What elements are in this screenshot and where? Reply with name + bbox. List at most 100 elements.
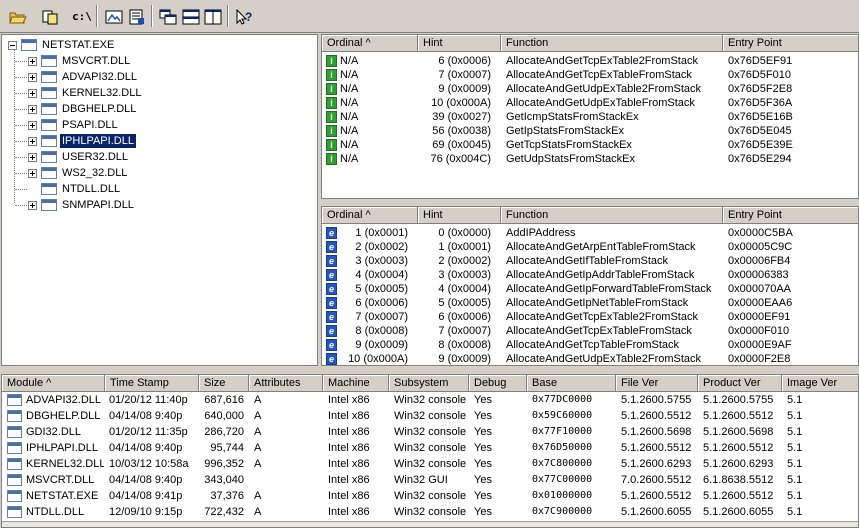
column-module[interactable]: Module ^: [2, 375, 105, 392]
column-debug[interactable]: Debug: [469, 375, 527, 392]
module-row[interactable]: IPHLPAPI.DLL 04/14/08 9:40p 95,744 A Intel x…: [2, 441, 858, 455]
horizontal-scrollbar[interactable]: [2, 521, 858, 527]
export-function-icon: e: [326, 297, 337, 309]
tree-item[interactable]: KERNEL32.DLL: [28, 85, 144, 101]
properties-button[interactable]: [125, 5, 149, 28]
module-row[interactable]: DBGHELP.DLL 04/14/08 9:40p 640,000 A Intel x…: [2, 409, 858, 423]
exports-list[interactable]: Ordinal ^ Hint Function Entry Point e 1 (…: [321, 206, 859, 366]
tree-item[interactable]: IPHLPAPI.DLL: [28, 133, 137, 149]
cascade-button[interactable]: [156, 5, 180, 28]
tree-connector: [15, 125, 27, 126]
full-path-button[interactable]: c:\: [70, 5, 94, 28]
module-row[interactable]: KERNEL32.DLL 10/03/12 10:58a 996,352 A Intel…: [2, 457, 858, 471]
column-hint[interactable]: Hint: [418, 35, 501, 52]
function-row[interactable]: e 6 (0x0006) 5 (0x0005) AllocateAndGetIpNet…: [322, 296, 858, 310]
expand-icon[interactable]: [28, 152, 37, 162]
function-row[interactable]: e 7 (0x0007) 6 (0x0006) AllocateAndGetTcpEx…: [322, 310, 858, 324]
function-name-cell: AllocateAndGetTcpExTable2FromStack: [506, 311, 698, 323]
function-row[interactable]: e 2 (0x0002) 1 (0x0001) AllocateAndGetArpEn…: [322, 240, 858, 254]
module-icon: [21, 39, 37, 51]
module-row[interactable]: MSVCRT.DLL 04/14/08 9:40p 343,040 Intel x86…: [2, 473, 858, 487]
column-hint[interactable]: Hint: [418, 207, 501, 224]
function-row[interactable]: i N/A 9 (0x0009) AllocateAndGetUdpExTable2F…: [322, 82, 858, 96]
collapse-icon[interactable]: [8, 40, 17, 50]
tree-item[interactable]: MSVCRT.DLL: [28, 53, 132, 69]
subsystem-cell: Win32 console: [394, 410, 467, 422]
function-row[interactable]: i N/A 56 (0x0038) GetIpStatsFromStackEx 0x76…: [322, 124, 858, 138]
expand-icon[interactable]: [28, 56, 37, 66]
function-row[interactable]: e 5 (0x0005) 4 (0x0004) AllocateAndGetIpFor…: [322, 282, 858, 296]
function-row[interactable]: e 3 (0x0003) 2 (0x0002) AllocateAndGetIfTab…: [322, 254, 858, 268]
open-button[interactable]: [6, 5, 30, 28]
module-list[interactable]: Module ^ Time Stamp Size Attributes Mach…: [1, 374, 859, 528]
module-row[interactable]: GDI32.DLL 01/20/12 11:35p 286,720 A Intel x8…: [2, 425, 858, 439]
tree-item[interactable]: PSAPI.DLL: [28, 117, 120, 133]
function-row[interactable]: i N/A 7 (0x0007) AllocateAndGetTcpExTableFr…: [322, 68, 858, 82]
module-row[interactable]: ADVAPI32.DLL 01/20/12 11:40p 687,616 A Intel…: [2, 393, 858, 407]
function-row[interactable]: e 10 (0x000A) 9 (0x0009) AllocateAndGetUdpE…: [322, 352, 858, 365]
function-row[interactable]: e 8 (0x0008) 7 (0x0007) AllocateAndGetTcpEx…: [322, 324, 858, 338]
copy-button[interactable]: [38, 5, 62, 28]
toolbar-separator: [227, 5, 229, 27]
column-file-ver[interactable]: File Ver: [616, 375, 698, 392]
function-name-cell: AllocateAndGetIfTableFromStack: [506, 255, 669, 267]
tree-item[interactable]: USER32.DLL: [28, 149, 130, 165]
tree-root[interactable]: NETSTAT.EXE: [8, 37, 116, 53]
column-subsystem[interactable]: Subsystem: [389, 375, 469, 392]
tree-item[interactable]: ADVAPI32.DLL: [28, 69, 139, 85]
machine-cell: Intel x86: [328, 394, 370, 406]
column-size[interactable]: Size: [199, 375, 249, 392]
tile-horizontal-button[interactable]: [179, 5, 203, 28]
column-entry-point[interactable]: Entry Point: [723, 35, 858, 52]
tree-item[interactable]: NTDLL.DLL: [41, 181, 122, 197]
tree-item[interactable]: DBGHELP.DLL: [28, 101, 138, 117]
function-row[interactable]: e 4 (0x0004) 3 (0x0003) AllocateAndGetIpAdd…: [322, 268, 858, 282]
expand-icon[interactable]: [28, 136, 37, 146]
column-product-ver[interactable]: Product Ver: [698, 375, 782, 392]
help-button[interactable]: ?: [232, 5, 256, 28]
column-attributes[interactable]: Attributes: [249, 375, 323, 392]
column-function[interactable]: Function: [501, 207, 723, 224]
expand-icon[interactable]: [28, 200, 37, 210]
column-ordinal[interactable]: Ordinal ^: [322, 207, 418, 224]
function-row[interactable]: i N/A 10 (0x000A) AllocateAndGetUdpExTableF…: [322, 96, 858, 110]
module-icon: [41, 103, 57, 115]
size-cell: 95,744: [210, 442, 244, 454]
function-row[interactable]: e 9 (0x0009) 8 (0x0008) AllocateAndGetTcpTa…: [322, 338, 858, 352]
function-row[interactable]: i N/A 76 (0x004C) GetUdpStatsFromStackEx 0x7…: [322, 152, 858, 166]
import-function-icon: i: [326, 55, 337, 67]
column-image-ver[interactable]: Image Ver: [782, 375, 858, 392]
product-ver-cell: 5.1.2600.6293: [703, 458, 774, 470]
tree-item[interactable]: SNMPAPI.DLL: [28, 197, 136, 213]
base-cell: 0x77C00000: [532, 474, 593, 485]
column-machine[interactable]: Machine: [323, 375, 389, 392]
column-time-stamp[interactable]: Time Stamp: [105, 375, 199, 392]
hint-cell: 2 (0x0002): [438, 255, 491, 267]
undecorate-button[interactable]: [102, 5, 126, 28]
expand-icon[interactable]: [28, 72, 37, 82]
module-row[interactable]: NTDLL.DLL 12/09/10 9:15p 722,432 A Intel x86…: [2, 505, 858, 519]
expand-icon[interactable]: [28, 120, 37, 130]
column-base[interactable]: Base: [527, 375, 616, 392]
dependency-tree[interactable]: NETSTAT.EXE MSVCRT.DLL ADVAPI32.DLL KERNEL…: [1, 34, 318, 366]
product-ver-cell: 5.1.2600.6055: [703, 506, 774, 518]
column-ordinal[interactable]: Ordinal ^: [322, 35, 418, 52]
function-name-cell: AllocateAndGetIpNetTableFromStack: [506, 297, 689, 309]
expand-icon[interactable]: [28, 168, 37, 178]
attributes-cell: A: [254, 458, 262, 470]
debug-cell: Yes: [474, 458, 492, 470]
tile-vertical-button[interactable]: [201, 5, 225, 28]
expand-icon[interactable]: [28, 88, 37, 98]
function-row[interactable]: i N/A 6 (0x0006) AllocateAndGetTcpExTable2F…: [322, 54, 858, 68]
module-name-cell: GDI32.DLL: [26, 426, 82, 438]
column-function[interactable]: Function: [501, 35, 723, 52]
function-row[interactable]: e 1 (0x0001) 0 (0x0000) AddIPAddress 0x0000C…: [322, 226, 858, 240]
imports-list[interactable]: Ordinal ^ Hint Function Entry Point i N/A…: [321, 34, 859, 199]
attributes-cell: A: [254, 394, 262, 406]
tree-item[interactable]: WS2_32.DLL: [28, 165, 129, 181]
function-row[interactable]: i N/A 39 (0x0027) GetIcmpStatsFromStackEx 0x…: [322, 110, 858, 124]
expand-icon[interactable]: [28, 104, 37, 114]
column-entry-point[interactable]: Entry Point: [723, 207, 858, 224]
module-row[interactable]: NETSTAT.EXE 04/14/08 9:41p 37,376 A Intel x8…: [2, 489, 858, 503]
function-row[interactable]: i N/A 69 (0x0045) GetTcpStatsFromStackEx 0x7…: [322, 138, 858, 152]
